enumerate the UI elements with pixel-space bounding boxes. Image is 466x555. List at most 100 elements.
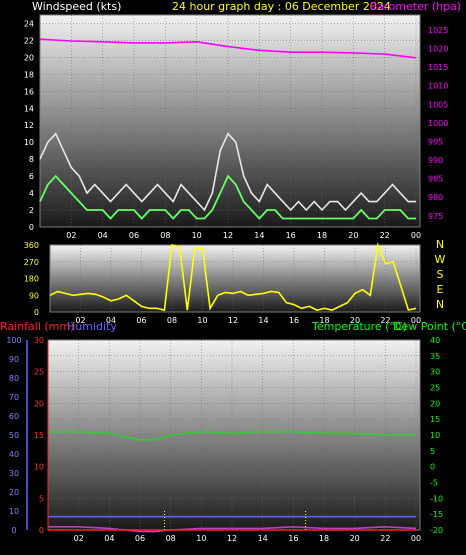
temp-y-tick-label: 30 bbox=[430, 368, 440, 377]
wind-y-tick-label: 2 bbox=[29, 206, 34, 215]
temp-y-tick-label: 25 bbox=[430, 384, 440, 393]
humidity-y-tick-label: 80 bbox=[9, 374, 19, 383]
dewpoint-label: Dew Point (°C) bbox=[393, 320, 466, 333]
rainfall-y-tick-label: 0 bbox=[39, 526, 44, 535]
wind-x-tick-label: 18 bbox=[317, 231, 327, 240]
temp-x-tick-label: 14 bbox=[258, 534, 268, 543]
temp-x-tick-label: 12 bbox=[227, 534, 237, 543]
wind-y-tick-label: 6 bbox=[29, 172, 34, 181]
temp-x-tick-label: 04 bbox=[104, 534, 114, 543]
wind-y-tick-label: 8 bbox=[29, 155, 34, 164]
wind-x-tick-label: 00 bbox=[411, 231, 421, 240]
rainfall-y-tick-label: 25 bbox=[34, 368, 44, 377]
wind-y-tick-label: 16 bbox=[24, 87, 34, 96]
direction-x-tick-label: 06 bbox=[136, 316, 146, 325]
graph-title: 24 hour graph day : 06 December 2024 bbox=[172, 0, 391, 13]
wind-x-tick-label: 14 bbox=[254, 231, 264, 240]
humidity-y-tick-label: 20 bbox=[9, 488, 19, 497]
wind-y-tick-label: 12 bbox=[24, 121, 34, 130]
humidity-y-tick-label: 70 bbox=[9, 393, 19, 402]
temp-y-tick-label: 20 bbox=[430, 399, 440, 408]
temp-x-tick-label: 10 bbox=[196, 534, 206, 543]
wind-x-tick-label: 06 bbox=[129, 231, 139, 240]
temp-x-tick-label: 00 bbox=[411, 534, 421, 543]
wind-y-tick-label: 24 bbox=[24, 19, 34, 28]
weather-graph: Windspeed (kts) 24 hour graph day : 06 D… bbox=[0, 0, 466, 555]
temp-x-tick-label: 20 bbox=[350, 534, 360, 543]
temp-x-tick-label: 16 bbox=[288, 534, 298, 543]
humidity-y-tick-label: 50 bbox=[9, 431, 19, 440]
humidity-y-tick-label: 0 bbox=[11, 526, 16, 535]
direction-x-tick-label: 10 bbox=[197, 316, 207, 325]
compass-label: S bbox=[437, 268, 444, 281]
wind-x-tick-label: 02 bbox=[66, 231, 76, 240]
humidity-y-tick-label: 100 bbox=[6, 336, 21, 345]
temp-y-tick-label: 40 bbox=[430, 336, 440, 345]
baro-y-tick-label: 985 bbox=[428, 175, 443, 184]
humidity-y-tick-label: 10 bbox=[9, 507, 19, 516]
temp-y-tick-label: 0 bbox=[430, 463, 435, 472]
rainfall-y-tick-label: 10 bbox=[34, 463, 44, 472]
temp-x-tick-label: 08 bbox=[166, 534, 176, 543]
baro-y-tick-label: 1000 bbox=[428, 119, 448, 128]
rainfall-y-tick-label: 5 bbox=[39, 494, 44, 503]
wind-y-tick-label: 4 bbox=[29, 189, 34, 198]
humidity-y-tick-label: 60 bbox=[9, 412, 19, 421]
compass-label: N bbox=[436, 238, 444, 251]
baro-y-tick-label: 1025 bbox=[428, 26, 448, 35]
wind-x-tick-label: 04 bbox=[98, 231, 108, 240]
temp-y-tick-label: 35 bbox=[430, 352, 440, 361]
direction-x-tick-label: 16 bbox=[289, 316, 299, 325]
wind-x-tick-label: 20 bbox=[348, 231, 358, 240]
temp-y-tick-label: -15 bbox=[430, 510, 443, 519]
compass-labels: NWSEN bbox=[435, 238, 446, 311]
direction-y-tick-label: 180 bbox=[24, 275, 39, 284]
wind-y-tick-label: 22 bbox=[24, 36, 34, 45]
humidity-y-tick-label: 90 bbox=[9, 355, 19, 364]
wind-y-tick-label: 10 bbox=[24, 138, 34, 147]
barometer-label: Barometer (hpa) bbox=[370, 0, 461, 13]
compass-label: N bbox=[436, 298, 444, 311]
direction-y-tick-label: 360 bbox=[24, 241, 39, 250]
rainfall-y-tick-label: 30 bbox=[34, 336, 44, 345]
baro-y-tick-label: 1005 bbox=[428, 100, 448, 109]
rainfall-label: Rainfall (mm) bbox=[0, 320, 74, 333]
compass-label: W bbox=[435, 253, 446, 266]
temp-y-tick-label: 15 bbox=[430, 415, 440, 424]
temp-y-tick-label: -10 bbox=[430, 494, 443, 503]
direction-x-tick-label: 12 bbox=[228, 316, 238, 325]
weather-chart-svg: Windspeed (kts) 24 hour graph day : 06 D… bbox=[0, 0, 466, 543]
direction-x-tick-label: 08 bbox=[167, 316, 177, 325]
temp-y-tick-label: -5 bbox=[430, 479, 438, 488]
direction-x-tick-label: 14 bbox=[258, 316, 268, 325]
compass-label: E bbox=[437, 283, 444, 296]
wind-y-tick-label: 18 bbox=[24, 70, 34, 79]
wind-y-tick-label: 0 bbox=[29, 223, 34, 232]
rainfall-y-tick-label: 15 bbox=[34, 431, 44, 440]
wind-x-tick-label: 22 bbox=[380, 231, 390, 240]
temp-y-tick-label: -20 bbox=[430, 526, 443, 535]
baro-y-tick-label: 1010 bbox=[428, 82, 448, 91]
direction-y-tick-label: 270 bbox=[24, 258, 39, 267]
temp-x-tick-label: 18 bbox=[319, 534, 329, 543]
wind-x-tick-label: 16 bbox=[286, 231, 296, 240]
direction-y-tick-label: 0 bbox=[34, 308, 39, 317]
wind-y-tick-label: 14 bbox=[24, 104, 34, 113]
direction-y-tick-label: 90 bbox=[29, 291, 39, 300]
baro-y-tick-label: 995 bbox=[428, 137, 443, 146]
humidity-y-tick-label: 30 bbox=[9, 469, 19, 478]
wind-x-tick-label: 08 bbox=[160, 231, 170, 240]
temp-x-tick-label: 22 bbox=[380, 534, 390, 543]
wind-x-tick-label: 12 bbox=[223, 231, 233, 240]
temp-y-tick-label: 10 bbox=[430, 431, 440, 440]
windspeed-label: Windspeed (kts) bbox=[32, 0, 121, 13]
rainfall-y-tick-label: 20 bbox=[34, 399, 44, 408]
baro-y-tick-label: 990 bbox=[428, 156, 443, 165]
temp-x-tick-label: 06 bbox=[135, 534, 145, 543]
baro-y-tick-label: 1015 bbox=[428, 63, 448, 72]
direction-panel-background bbox=[49, 244, 421, 313]
baro-y-tick-label: 1020 bbox=[428, 44, 448, 53]
baro-y-tick-label: 975 bbox=[428, 212, 443, 221]
wind-y-tick-label: 20 bbox=[24, 53, 34, 62]
temp-y-tick-label: 5 bbox=[430, 447, 435, 456]
